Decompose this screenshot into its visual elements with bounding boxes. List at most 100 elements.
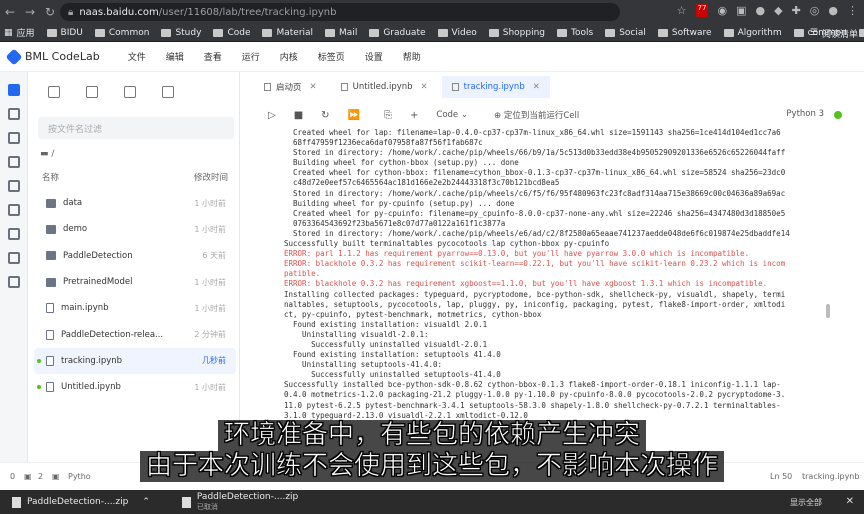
refresh-icon[interactable] — [162, 86, 174, 98]
bookmark-item[interactable]: Video — [437, 28, 477, 38]
bookmark-item[interactable]: Tools — [557, 28, 593, 38]
close-icon[interactable]: ✕ — [846, 496, 854, 507]
running-icon[interactable] — [7, 108, 20, 120]
bookmark-item[interactable]: ▦ 应用 — [4, 26, 35, 40]
extension-icon[interactable]: ▣ — [736, 4, 746, 17]
close-icon[interactable]: ✕ — [421, 82, 428, 92]
file-list-item[interactable]: PaddleDetection-relea... 2 分钟前 — [34, 321, 236, 347]
menu-kernel[interactable]: 内核 — [280, 50, 298, 63]
bookmark-item[interactable]: Algorithm — [723, 28, 782, 38]
download-item[interactable]: PaddleDetection-....zip 已取消 — [181, 492, 298, 512]
tab-launcher[interactable]: 启动页 ✕ — [254, 76, 327, 98]
bookmark-item[interactable]: Code — [213, 28, 250, 38]
notebook-icon — [340, 83, 348, 91]
show-all-button[interactable]: 显示全部 — [790, 497, 822, 508]
avatar[interactable]: ● — [828, 4, 838, 17]
new-launcher-icon[interactable] — [48, 86, 60, 98]
menu-run[interactable]: 运行 — [242, 50, 260, 63]
commands-icon[interactable] — [7, 132, 20, 144]
star-icon[interactable]: ☆ — [677, 4, 687, 17]
extension-icon[interactable]: ● — [755, 4, 765, 17]
app-logo: BML CodeLab — [5, 48, 100, 65]
file-list-item[interactable]: PaddleDetection 6 天前 — [34, 243, 236, 269]
scrollbar[interactable] — [826, 304, 830, 318]
bookmark-item[interactable]: work — [858, 28, 864, 38]
close-icon[interactable]: ✕ — [533, 82, 540, 92]
download-item[interactable]: PaddleDetection-....zip ⌃ — [12, 496, 150, 508]
layers-icon[interactable] — [7, 228, 20, 240]
column-name[interactable]: 名称 — [42, 173, 59, 183]
file-filter-input[interactable]: 按文件名过滤 — [38, 117, 234, 139]
menu-settings[interactable]: 设置 — [365, 50, 383, 63]
bookmark-item[interactable]: Material — [262, 28, 313, 38]
running-indicator — [37, 358, 41, 363]
extensions-icon[interactable] — [7, 204, 20, 216]
file-icon — [46, 329, 54, 340]
bookmark-item[interactable]: Common — [94, 28, 149, 38]
folder-icon — [161, 28, 172, 37]
menu-view[interactable]: 查看 — [204, 50, 222, 63]
bookmark-item[interactable]: BIDU — [46, 28, 83, 38]
folder-icon — [46, 277, 56, 287]
tools-icon[interactable] — [7, 252, 20, 264]
tab-untitled[interactable]: Untitled.ipynb ✕ — [331, 76, 438, 98]
restart-run-icon[interactable]: ⏩ — [348, 110, 360, 121]
back-icon[interactable]: ← — [0, 5, 20, 19]
more-icon[interactable]: ⋮ — [847, 4, 858, 17]
bookmark-item[interactable]: Social — [605, 28, 646, 38]
forward-icon[interactable]: → — [20, 5, 40, 19]
package-icon[interactable] — [7, 156, 20, 168]
bookmark-item[interactable]: Shopping — [488, 28, 545, 38]
file-list-item[interactable]: demo 1 小时前 — [34, 216, 236, 242]
bookmark-item[interactable]: Mail — [325, 28, 357, 38]
bookmark-item[interactable]: Software — [657, 28, 712, 38]
file-list-item[interactable]: data 1 小时前 — [34, 190, 236, 216]
bookmark-item[interactable]: Study — [161, 28, 201, 38]
tab-bar: 启动页 ✕ Untitled.ipynb ✕ tracking.ipynb ✕ — [254, 76, 554, 98]
url-host: naas.baidu.com — [79, 6, 159, 18]
close-icon[interactable]: ✕ — [310, 82, 317, 92]
chevron-down-icon: ⌄ — [460, 110, 468, 120]
extension-icon[interactable]: ◎ — [810, 4, 820, 17]
locate-cell-button[interactable]: ⊕ 定位到当前运行Cell — [494, 109, 579, 121]
chevron-up-icon[interactable]: ⌃ — [142, 497, 150, 507]
cell-type-select[interactable]: Code ⌄ — [436, 110, 468, 120]
reading-list[interactable]: ☰ 阅读清单 — [810, 24, 858, 42]
stop-icon[interactable]: ■ — [294, 110, 303, 121]
extension-icon[interactable]: ◆ — [774, 4, 782, 17]
file-list-item[interactable]: Untitled.ipynb 1 小时前 — [34, 374, 236, 400]
breadcrumb[interactable]: ▬ / — [40, 149, 54, 159]
output-line: Uninstalling setuptools-41.4.0: — [284, 360, 443, 370]
menu-help[interactable]: 帮助 — [403, 50, 421, 63]
kernel-name[interactable]: Python 3 — [786, 109, 824, 119]
url-input[interactable]: 🔒︎ naas.baidu.com/user/11608/lab/tree/tr… — [60, 3, 620, 21]
file-list-item[interactable]: tracking.ipynb 几秒前 — [34, 347, 236, 375]
restart-icon[interactable]: ↻ — [321, 110, 329, 121]
upload-icon[interactable] — [124, 86, 136, 98]
save-icon[interactable]: ⎘ — [384, 110, 392, 121]
output-error-line: ERROR: parl 1.1.2 has requirement pyarro… — [284, 249, 750, 259]
run-icon[interactable]: ▷ — [268, 110, 276, 121]
extension-icons: ☆ 77 ◉ ▣ ● ◆ ✚ ◎ ● ⋮ — [677, 4, 858, 17]
add-cell-icon[interactable]: + — [410, 110, 418, 121]
dataset-icon[interactable] — [7, 180, 20, 192]
extension-badge[interactable]: 77 — [695, 4, 709, 17]
file-list-item[interactable]: PretrainedModel 1 小时前 — [34, 269, 236, 295]
bookmark-item[interactable]: Graduate — [369, 28, 426, 38]
new-folder-icon[interactable] — [86, 86, 98, 98]
file-name: PretrainedModel — [63, 277, 133, 288]
extension-icon[interactable]: ◉ — [717, 4, 727, 17]
logo-icon — [5, 48, 23, 65]
tab-tracking[interactable]: tracking.ipynb ✕ — [441, 76, 550, 98]
menu-edit[interactable]: 编辑 — [166, 50, 184, 63]
file-browser-icon[interactable] — [7, 84, 20, 96]
settings-icon[interactable] — [7, 276, 20, 288]
menu-file[interactable]: 文件 — [128, 50, 146, 63]
file-list-item[interactable]: main.ipynb 1 小时前 — [34, 295, 236, 321]
extension-icon[interactable]: ✚ — [792, 4, 801, 17]
folder-icon — [94, 28, 105, 37]
reload-icon[interactable]: ↻ — [40, 5, 60, 19]
menu-tabs[interactable]: 标签页 — [318, 50, 345, 63]
file-name: demo — [63, 224, 88, 235]
column-modified[interactable]: 修改时间 — [194, 171, 228, 183]
